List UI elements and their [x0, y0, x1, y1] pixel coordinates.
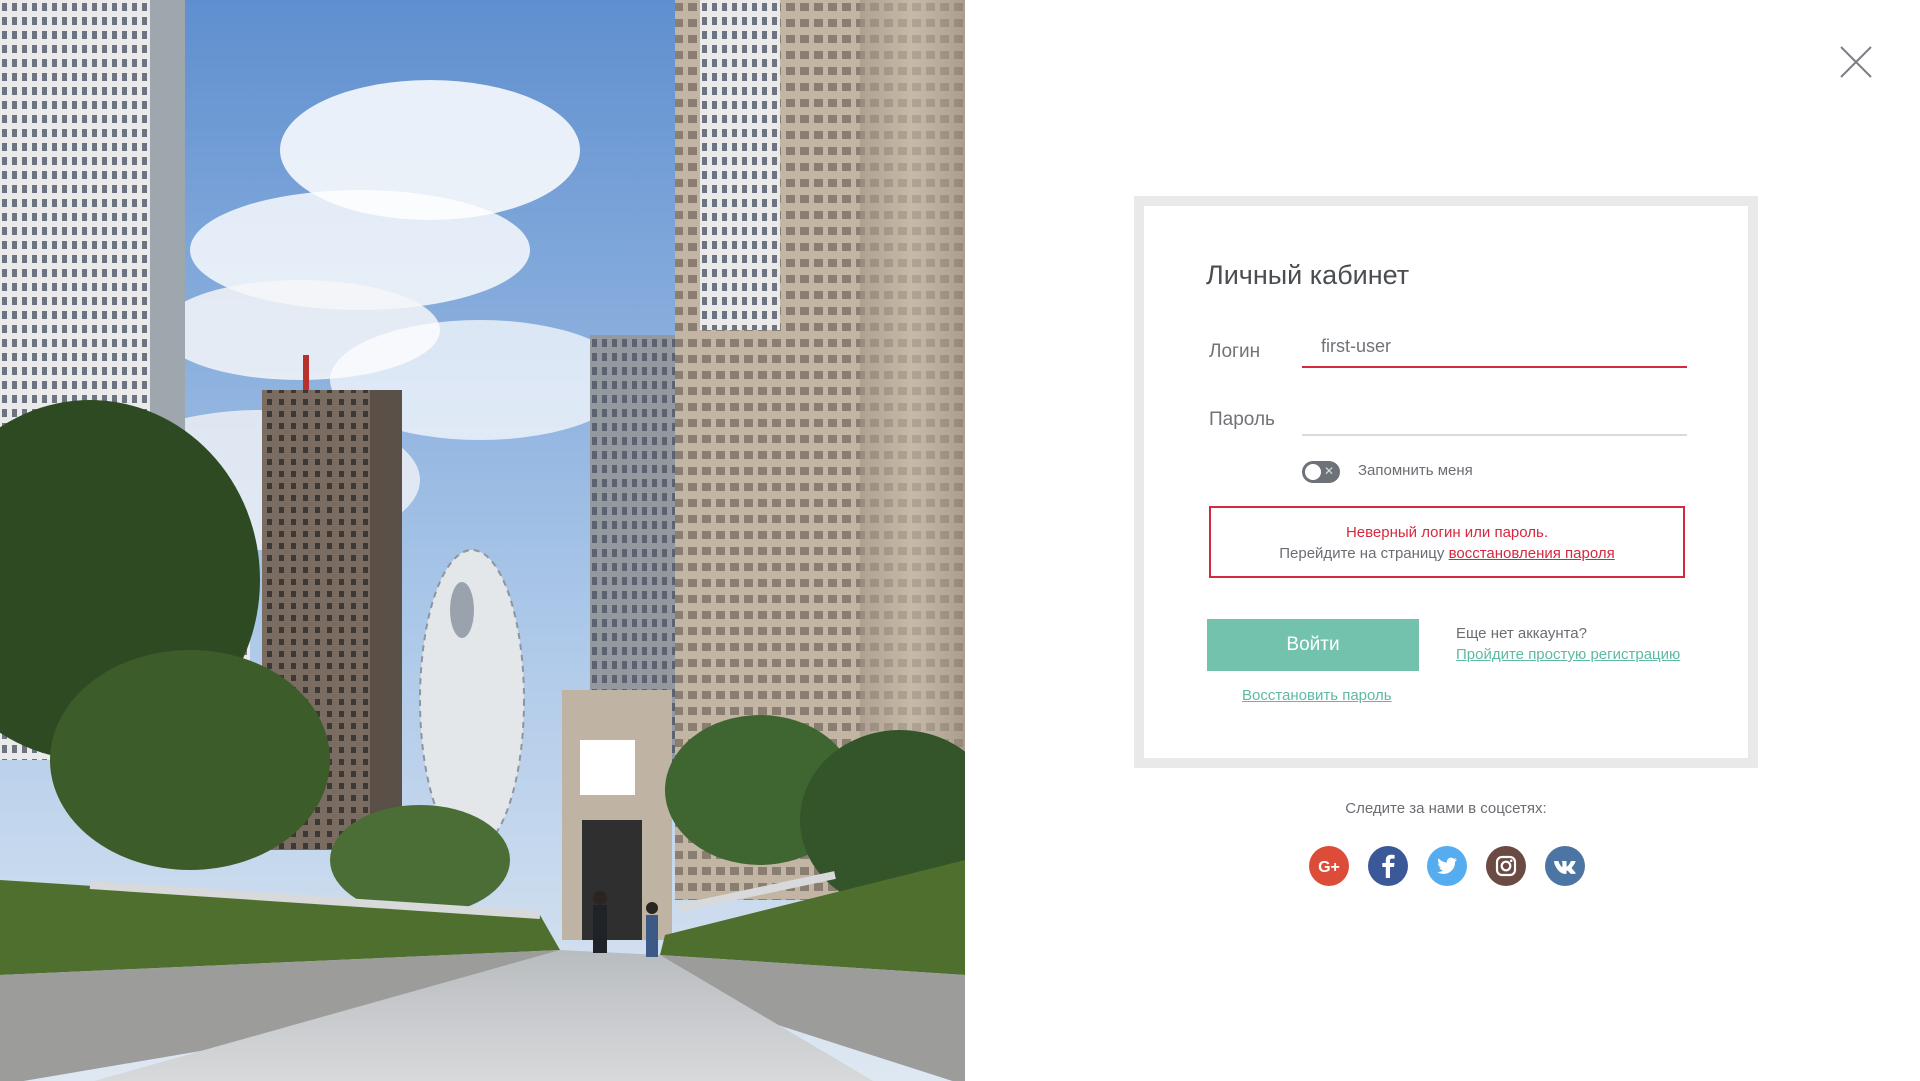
toggle-off-icon: ✕ — [1324, 464, 1335, 478]
remember-me-toggle[interactable]: ✕ — [1302, 461, 1340, 483]
error-title: Неверный логин или пароль. — [1345, 524, 1549, 541]
password-recovery-link[interactable]: восстановления пароля — [1449, 545, 1615, 562]
instagram-button[interactable] — [1486, 846, 1526, 886]
login-input[interactable] — [1302, 326, 1687, 366]
login-label: Логин — [1209, 341, 1261, 362]
instagram-icon — [1486, 846, 1526, 886]
error-hint-text: Перейдите на страницу — [1279, 545, 1449, 562]
twitter-button[interactable] — [1427, 846, 1467, 886]
login-page: Личный кабинет Логин Пароль ✕ Запомнить … — [0, 0, 1920, 1081]
google-plus-button[interactable]: G+ — [1309, 846, 1349, 886]
google-plus-icon: G+ — [1309, 846, 1349, 886]
no-account-text: Еще нет аккаунта? — [1456, 625, 1587, 642]
password-label: Пароль — [1209, 409, 1275, 430]
login-field — [1302, 326, 1687, 368]
password-input[interactable] — [1302, 394, 1687, 434]
restore-password-link[interactable]: Восстановить пароль — [1242, 687, 1392, 704]
error-message: Неверный логин или пароль. Перейдите на … — [1209, 506, 1685, 578]
twitter-icon — [1427, 846, 1467, 886]
close-button[interactable] — [1838, 44, 1874, 80]
city-photo — [0, 0, 965, 1081]
page-title: Личный кабинет — [1206, 260, 1410, 290]
social-caption: Следите за нами в соцсетях: — [1345, 800, 1547, 817]
login-card: Личный кабинет Логин Пароль ✕ Запомнить … — [1144, 206, 1748, 758]
vk-icon — [1545, 846, 1585, 886]
login-button[interactable]: Войти — [1207, 619, 1419, 671]
svg-text:G+: G+ — [1318, 859, 1340, 876]
facebook-icon — [1368, 846, 1408, 886]
remember-me-label: Запомнить меня — [1358, 462, 1473, 479]
vk-button[interactable] — [1545, 846, 1585, 886]
error-hint: Перейдите на страницу восстановления пар… — [1211, 545, 1683, 562]
social-links: G+ — [1309, 846, 1585, 886]
facebook-button[interactable] — [1368, 846, 1408, 886]
close-icon — [1840, 46, 1872, 78]
register-link[interactable]: Пройдите простую регистрацию — [1456, 646, 1680, 663]
password-field — [1302, 394, 1687, 436]
toggle-knob — [1305, 464, 1321, 480]
